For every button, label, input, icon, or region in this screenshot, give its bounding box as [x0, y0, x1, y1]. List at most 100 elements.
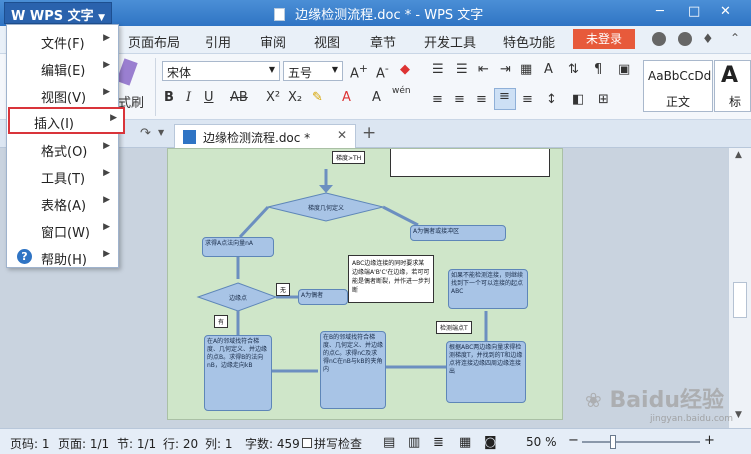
- menu-item-table[interactable]: 表格(A) ▶: [7, 189, 118, 216]
- font-name-value: 宋体: [167, 66, 192, 80]
- zoom-level[interactable]: 50 %: [526, 435, 557, 449]
- font-size-select[interactable]: 五号 ▼: [283, 61, 343, 81]
- menu-item-label: 窗口(W): [41, 226, 90, 241]
- menu-item-file[interactable]: 文件(F) ▶: [7, 27, 118, 54]
- zoom-out-icon[interactable]: −: [568, 433, 579, 448]
- tab-chapter[interactable]: 章节: [370, 32, 396, 51]
- justify-icon[interactable]: ≡: [494, 88, 516, 110]
- redo-icon[interactable]: ↷: [140, 126, 151, 141]
- menu-item-label: 表格(A): [41, 199, 87, 214]
- close-tab-icon[interactable]: ✕: [337, 128, 347, 142]
- scrollbar-thumb[interactable]: [733, 282, 747, 318]
- tab-review[interactable]: 审阅: [260, 32, 286, 51]
- window-title: 边缘检测流程.doc * - WPS 文字: [295, 8, 484, 23]
- menu-item-format[interactable]: 格式(O) ▶: [7, 135, 118, 162]
- sort-icon[interactable]: ⇅: [568, 62, 579, 77]
- numbered-list-icon[interactable]: ☰: [456, 62, 468, 77]
- flow-box-next-start: 如果不能检测连接，则继续找到下一个可以连接的起点ABC: [448, 269, 528, 309]
- distribute-icon[interactable]: ≡: [522, 92, 533, 107]
- skin-icon[interactable]: [652, 32, 666, 46]
- menu-item-tools[interactable]: 工具(T) ▶: [7, 162, 118, 189]
- menu-item-help[interactable]: ? 帮助(H) ▶: [7, 243, 118, 270]
- select-all-icon[interactable]: ▣: [618, 62, 630, 77]
- phonetic-guide-icon[interactable]: wén: [392, 86, 411, 96]
- menu-item-edit[interactable]: 编辑(E) ▶: [7, 54, 118, 81]
- font-color-icon[interactable]: A: [342, 90, 351, 105]
- align-left-icon[interactable]: ≡: [432, 92, 443, 107]
- align-center-icon[interactable]: ≡: [454, 92, 465, 107]
- shirt-icon[interactable]: ♦: [702, 32, 714, 47]
- chevron-up-icon[interactable]: ⌃: [730, 31, 740, 45]
- outline-view-icon[interactable]: ≣: [433, 435, 444, 450]
- show-marks-icon[interactable]: ¶: [594, 62, 602, 77]
- format-brush-icon[interactable]: [116, 58, 138, 86]
- align-right-icon[interactable]: ≡: [476, 92, 487, 107]
- chinese-layout-icon[interactable]: A: [544, 62, 553, 77]
- page-view-icon[interactable]: ▤: [383, 435, 395, 450]
- chevron-right-icon: ▶: [110, 113, 117, 123]
- style-normal[interactable]: AaBbCcDd 正文: [643, 60, 713, 112]
- chevron-down-icon[interactable]: ▼: [158, 128, 164, 137]
- grow-font-icon[interactable]: A+: [350, 62, 368, 81]
- chevron-down-icon: ▼: [98, 13, 106, 23]
- table-icon[interactable]: ▦: [520, 62, 532, 77]
- connector: [238, 205, 270, 239]
- zoom-slider-track[interactable]: [582, 441, 700, 443]
- arrow-down-icon[interactable]: ▼: [735, 410, 742, 420]
- subscript-icon[interactable]: X₂: [288, 90, 302, 105]
- borders-icon[interactable]: ⊞: [598, 92, 609, 107]
- minimize-button[interactable]: ─: [656, 4, 664, 19]
- app-button-label: WPS 文字: [29, 9, 94, 24]
- tab-view[interactable]: 视图: [314, 32, 340, 51]
- wps-logo-icon: W: [11, 9, 26, 24]
- font-name-select[interactable]: 宋体 ▼: [162, 61, 280, 81]
- tab-document[interactable]: 边缘检测流程.doc * ✕: [174, 124, 356, 148]
- reading-view-icon[interactable]: ◙: [484, 435, 497, 450]
- spell-check-label[interactable]: 拼写检查: [314, 435, 362, 452]
- shrink-font-icon[interactable]: A-: [376, 62, 389, 81]
- full-screen-view-icon[interactable]: ▥: [408, 435, 420, 450]
- maximize-button[interactable]: □: [688, 4, 700, 19]
- menu-item-window[interactable]: 窗口(W) ▶: [7, 216, 118, 243]
- menu-item-label: 插入(I): [34, 117, 74, 132]
- login-button[interactable]: 未登录: [573, 29, 635, 49]
- status-word-count[interactable]: 字数: 459: [245, 435, 300, 452]
- menu-item-insert[interactable]: 插入(I) ▶: [8, 107, 125, 134]
- document-tab-icon: [183, 130, 196, 144]
- menu-item-view[interactable]: 视图(V) ▶: [7, 81, 118, 108]
- shading-icon[interactable]: ◧: [572, 92, 584, 107]
- clear-format-icon[interactable]: ◆: [400, 62, 410, 77]
- tab-developer[interactable]: 开发工具: [424, 32, 476, 51]
- highlight-icon[interactable]: ✎: [312, 90, 323, 105]
- zoom-in-icon[interactable]: +: [704, 433, 715, 448]
- menu-item-label: 视图(V): [41, 91, 87, 106]
- new-tab-icon[interactable]: +: [362, 123, 376, 143]
- spell-check-checkbox[interactable]: [302, 438, 312, 448]
- wps-app-menu-button[interactable]: W WPS 文字 ▼: [4, 2, 113, 24]
- chevron-down-icon: ▼: [331, 65, 338, 74]
- strikethrough-icon[interactable]: AB: [230, 90, 248, 105]
- close-button[interactable]: ✕: [720, 4, 731, 19]
- zoom-slider-thumb[interactable]: [610, 435, 616, 449]
- style-heading-sample: A: [721, 63, 739, 88]
- tab-special-features[interactable]: 特色功能: [503, 32, 555, 51]
- border-icon[interactable]: A: [372, 90, 381, 105]
- web-view-icon[interactable]: ▦: [459, 435, 471, 450]
- underline-icon[interactable]: U: [204, 90, 214, 105]
- bold-icon[interactable]: B: [164, 90, 174, 105]
- vertical-scrollbar[interactable]: ▲ ▼: [728, 148, 751, 428]
- superscript-icon[interactable]: X²: [266, 90, 280, 105]
- title-bar: W WPS 文字 ▼ 边缘检测流程.doc * - WPS 文字 ─ □ ✕: [0, 0, 751, 26]
- help-circle-icon[interactable]: [678, 32, 692, 46]
- arrow-up-icon[interactable]: ▲: [735, 150, 742, 160]
- tab-references[interactable]: 引用: [205, 32, 231, 51]
- paw-logo-icon: ❀: [585, 388, 602, 412]
- italic-icon[interactable]: I: [186, 90, 191, 105]
- bullet-list-icon[interactable]: ☰: [432, 62, 444, 77]
- increase-indent-icon[interactable]: ⇥: [500, 62, 511, 77]
- tab-page-layout[interactable]: 页面布局: [128, 32, 180, 51]
- document-page[interactable]: 梯度>TH 梯度几何定义 A为偶者或接冲区 求得A点法向量nA ABC边缘连接的…: [167, 148, 563, 420]
- line-spacing-icon[interactable]: ↕: [546, 92, 557, 107]
- decrease-indent-icon[interactable]: ⇤: [478, 62, 489, 77]
- style-heading[interactable]: A 标: [714, 60, 751, 112]
